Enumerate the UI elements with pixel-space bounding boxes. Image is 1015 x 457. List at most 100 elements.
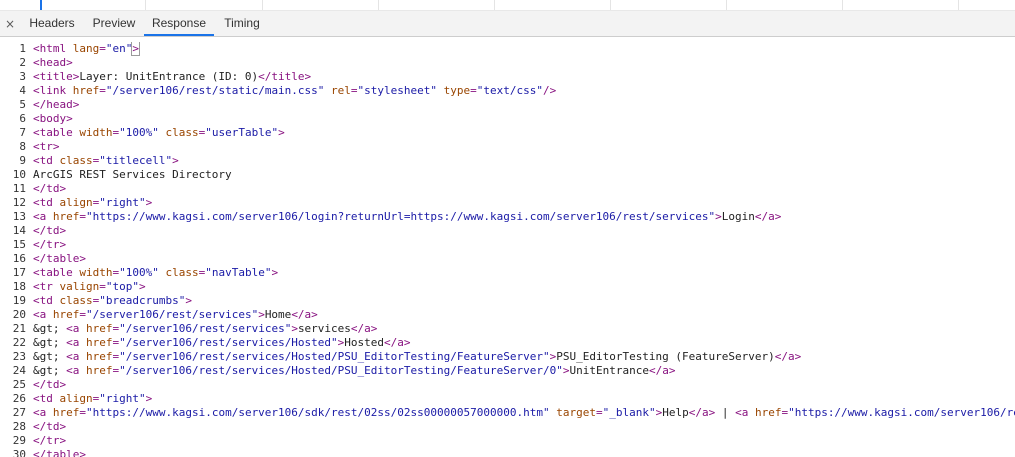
tab-preview[interactable]: Preview bbox=[84, 11, 144, 36]
timeline-tick bbox=[494, 0, 495, 10]
line-code: <a href="https://www.kagsi.com/server106… bbox=[33, 210, 781, 224]
attribute-value-token: "/server106/rest/static/main.css" bbox=[105, 84, 325, 97]
attribute-value-token: "text/css" bbox=[476, 84, 544, 97]
line-code: ArcGIS REST Services Directory bbox=[33, 168, 232, 182]
attribute-value-token: "https://www.kagsi.com/server106/re bbox=[788, 406, 1015, 419]
attribute-name-token: href bbox=[52, 210, 80, 223]
source-line: 7 <table width="100%" class="userTable"> bbox=[0, 126, 1015, 140]
timeline-tick bbox=[262, 0, 263, 10]
html-tag-token: <body> bbox=[33, 112, 73, 125]
attribute-name-token: target bbox=[556, 406, 596, 419]
html-tag-token: </td> bbox=[33, 378, 67, 391]
source-line: 17 <table width="100%" class="navTable"> bbox=[0, 266, 1015, 280]
source-line: 4 <link href="/server106/rest/static/main… bbox=[0, 84, 1015, 98]
text-token: PSU_EditorTesting (FeatureServer) bbox=[556, 350, 775, 363]
attribute-name-token: class bbox=[59, 294, 93, 307]
line-number: 14 bbox=[12, 224, 26, 237]
source-line: 8 <tr> bbox=[0, 140, 1015, 154]
timeline-tick bbox=[842, 0, 843, 10]
line-number: 15 bbox=[12, 238, 26, 251]
line-code: &gt; <a href="/server106/rest/services/H… bbox=[33, 364, 675, 378]
attribute-name-token: align bbox=[59, 392, 93, 405]
attribute-name-token: class bbox=[165, 266, 199, 279]
text-token: Home bbox=[264, 308, 292, 321]
text-token: &gt; bbox=[33, 336, 67, 349]
html-tag-token: </table> bbox=[33, 448, 86, 457]
line-number: 27 bbox=[12, 406, 26, 419]
html-tag-token: <a bbox=[66, 336, 86, 349]
attribute-name-token: width bbox=[79, 126, 113, 139]
operator-token: = bbox=[99, 280, 106, 293]
html-tag-token: > bbox=[131, 42, 140, 56]
operator-token: = bbox=[79, 406, 86, 419]
attribute-value-token: "/server106/rest/services" bbox=[119, 322, 292, 335]
html-tag-token: <td bbox=[33, 196, 60, 209]
response-source-view[interactable]: 1 <html lang="en"> 2 <head> 3 <title>Layer: U… bbox=[0, 40, 1015, 457]
line-code: </table> bbox=[33, 252, 86, 266]
attribute-value-token: "userTable" bbox=[205, 126, 279, 139]
line-code: <td class="breadcrumbs"> bbox=[33, 294, 192, 308]
source-line: 24 &gt; <a href="/server106/rest/services… bbox=[0, 364, 1015, 378]
line-code: </td> bbox=[33, 182, 66, 196]
line-number: 20 bbox=[12, 308, 26, 321]
html-tag-token: > bbox=[278, 126, 285, 139]
html-tag-token: > bbox=[291, 322, 298, 335]
line-code: &gt; <a href="/server106/rest/services">… bbox=[33, 322, 377, 336]
html-tag-token: <table bbox=[33, 126, 80, 139]
html-tag-token: <a bbox=[33, 210, 53, 223]
line-code: <tr valign="top"> bbox=[33, 280, 146, 294]
operator-token: = bbox=[79, 210, 86, 223]
attribute-value-token: "top" bbox=[105, 280, 139, 293]
html-tag-token: </tr> bbox=[33, 238, 67, 251]
line-code: <link href="/server106/rest/static/main.… bbox=[33, 84, 556, 98]
line-code: </tr> bbox=[33, 434, 66, 448]
text-token: &gt; bbox=[33, 322, 67, 335]
detail-tab-bar: × Headers Preview Response Timing bbox=[0, 11, 1015, 37]
html-tag-token: <html bbox=[33, 42, 73, 55]
attribute-name-token: href bbox=[52, 308, 80, 321]
attribute-name-token: href bbox=[86, 322, 113, 335]
html-tag-token: <title> bbox=[33, 70, 80, 83]
source-line: 2 <head> bbox=[0, 56, 1015, 70]
text-token: Login bbox=[721, 210, 755, 223]
line-number: 25 bbox=[12, 378, 26, 391]
line-number: 18 bbox=[12, 280, 26, 293]
line-number: 21 bbox=[12, 322, 26, 335]
html-tag-token: <a bbox=[735, 406, 755, 419]
line-number: 16 bbox=[12, 252, 26, 265]
html-tag-token: <td bbox=[33, 294, 60, 307]
timeline-tick bbox=[610, 0, 611, 10]
line-number: 5 bbox=[19, 98, 26, 111]
html-tag-token: </a> bbox=[291, 308, 318, 321]
line-code: &gt; <a href="/server106/rest/services/H… bbox=[33, 350, 801, 364]
tab-response[interactable]: Response bbox=[144, 11, 214, 36]
html-tag-token: </td> bbox=[33, 420, 67, 433]
html-tag-token: <link bbox=[33, 84, 73, 97]
line-number: 22 bbox=[12, 336, 26, 349]
source-line: 3 <title>Layer: UnitEntrance (ID: 0)</tit… bbox=[0, 70, 1015, 84]
close-icon[interactable]: × bbox=[0, 11, 20, 37]
html-tag-token: </a> bbox=[648, 364, 676, 377]
line-number: 29 bbox=[12, 434, 26, 447]
html-tag-token: <table bbox=[33, 266, 80, 279]
html-tag-token: > bbox=[172, 154, 179, 167]
network-timeline-strip bbox=[0, 0, 1015, 11]
tab-timing[interactable]: Timing bbox=[214, 11, 270, 36]
attribute-value-token: "_blank" bbox=[602, 406, 656, 419]
attribute-value-token: "en" bbox=[105, 42, 133, 55]
attribute-name-token: class bbox=[59, 154, 93, 167]
html-tag-token: <head> bbox=[33, 56, 73, 69]
html-tag-token: </title> bbox=[258, 70, 312, 83]
tab-headers[interactable]: Headers bbox=[21, 11, 83, 36]
text-token: ArcGIS REST Services Directory bbox=[33, 168, 232, 181]
source-line: 20 <a href="/server106/rest/services">Hom… bbox=[0, 308, 1015, 322]
html-tag-token: <td bbox=[33, 392, 60, 405]
line-number: 12 bbox=[12, 196, 26, 209]
source-line: 14 </td> bbox=[0, 224, 1015, 238]
source-line: 25 </td> bbox=[0, 378, 1015, 392]
line-code: <td align="right"> bbox=[33, 196, 152, 210]
attribute-value-token: "/server106/rest/services/Hosted/PSU_Edi… bbox=[119, 364, 563, 377]
line-number: 3 bbox=[19, 70, 26, 83]
html-tag-token: <td bbox=[33, 154, 60, 167]
attribute-value-token: "right" bbox=[99, 392, 146, 405]
